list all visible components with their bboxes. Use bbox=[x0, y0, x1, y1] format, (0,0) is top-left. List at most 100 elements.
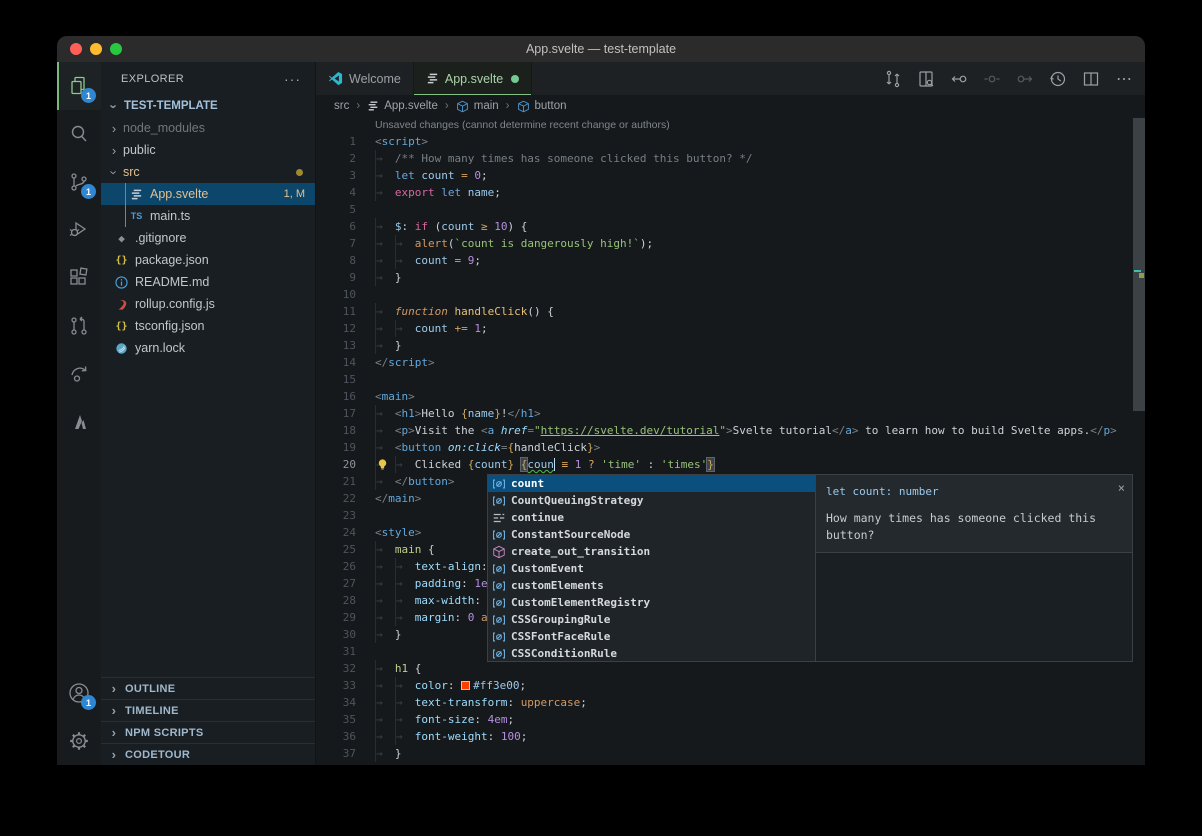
modified-dot-icon bbox=[296, 169, 303, 176]
code-editor[interactable]: Unsaved changes (cannot determine recent… bbox=[316, 117, 1145, 765]
code-line[interactable]: 35→→font-size: 4em; bbox=[316, 711, 1145, 728]
suggest-item[interactable]: ConstantSourceNode bbox=[488, 526, 816, 543]
workspace-root-header[interactable]: › TEST-TEMPLATE bbox=[101, 95, 315, 117]
suggest-item[interactable]: continue bbox=[488, 509, 816, 526]
line-number: 29 bbox=[316, 609, 356, 626]
activity-explorer[interactable]: 1 bbox=[57, 62, 101, 110]
file-label: tsconfig.json bbox=[135, 319, 204, 333]
file-tree-item[interactable]: ›node_modules bbox=[101, 117, 315, 139]
more-actions-icon[interactable]: ⋯ bbox=[1111, 66, 1137, 92]
file-tree-item[interactable]: ›public bbox=[101, 139, 315, 161]
file-tree-item[interactable]: TSmain.ts bbox=[101, 205, 315, 227]
breadcrumb-file[interactable]: App.svelte bbox=[367, 100, 438, 112]
activity-settings[interactable] bbox=[57, 717, 101, 765]
gitlens-compare-icon[interactable] bbox=[880, 66, 906, 92]
file-tree-item[interactable]: {} package.json bbox=[101, 249, 315, 271]
code-line[interactable]: 13→} bbox=[316, 337, 1145, 354]
typescript-file-icon: TS bbox=[131, 211, 143, 221]
lightbulb-icon[interactable] bbox=[376, 458, 389, 471]
suggest-item[interactable]: CountQueuingStrategy bbox=[488, 492, 816, 509]
close-icon[interactable]: × bbox=[1118, 480, 1125, 497]
code-line[interactable]: 18→<p>Visit the <a href="https://svelte.… bbox=[316, 422, 1145, 439]
code-line[interactable]: 6→$: if (count ≥ 10) { bbox=[316, 218, 1145, 235]
code-line[interactable]: 10 bbox=[316, 286, 1145, 303]
file-tree-item[interactable]: README.md bbox=[101, 271, 315, 293]
file-tree-item[interactable]: {}tsconfig.json bbox=[101, 315, 315, 337]
suggest-item[interactable]: customElements bbox=[488, 577, 816, 594]
file-tree-item[interactable]: ◆.gitignore bbox=[101, 227, 315, 249]
split-editor-icon[interactable] bbox=[1078, 66, 1104, 92]
file-tree-item[interactable]: rollup.config.js bbox=[101, 293, 315, 315]
chevron-right-icon: › bbox=[109, 143, 119, 158]
minimize-button[interactable] bbox=[90, 43, 102, 55]
file-tree-item[interactable]: yarn.lock bbox=[101, 337, 315, 359]
file-tree-item[interactable]: App.svelte1, M bbox=[101, 183, 315, 205]
activity-extensions[interactable] bbox=[57, 254, 101, 302]
code-line[interactable]: 5 bbox=[316, 201, 1145, 218]
json-file-icon: {} bbox=[115, 255, 127, 266]
activity-source-control[interactable]: 1 bbox=[57, 158, 101, 206]
suggest-item[interactable]: CustomElementRegistry bbox=[488, 594, 816, 611]
code-line[interactable]: 34→→text-transform: uppercase; bbox=[316, 694, 1145, 711]
suggest-item[interactable]: create_out_transition bbox=[488, 543, 816, 560]
code-line[interactable]: 16<main> bbox=[316, 388, 1145, 405]
code-line[interactable]: 1<script> bbox=[316, 133, 1145, 150]
code-line[interactable]: 33→→color: #ff3e00; bbox=[316, 677, 1145, 694]
suggest-item[interactable]: CustomEvent bbox=[488, 560, 816, 577]
file-history-icon[interactable] bbox=[1045, 66, 1071, 92]
code-line[interactable]: 14</script> bbox=[316, 354, 1145, 371]
code-line[interactable]: 17→<h1>Hello {name}!</h1> bbox=[316, 405, 1145, 422]
tab-app-svelte[interactable]: App.svelte bbox=[414, 62, 532, 95]
code-line[interactable]: 4→export let name; bbox=[316, 184, 1145, 201]
code-line[interactable]: 7→→alert(`count is dangerously high!`); bbox=[316, 235, 1145, 252]
breadcrumb-button[interactable]: button bbox=[517, 100, 567, 113]
suggest-item[interactable]: CSSConditionRule bbox=[488, 645, 816, 662]
activity-azure[interactable] bbox=[57, 398, 101, 446]
file-tree: ›node_modules›public›srcApp.svelte1, MTS… bbox=[101, 117, 315, 359]
breadcrumb-main[interactable]: main bbox=[456, 100, 499, 113]
open-changes-icon[interactable] bbox=[913, 66, 939, 92]
activity-account[interactable]: 1 bbox=[57, 669, 101, 717]
rollup-file-icon bbox=[116, 298, 128, 311]
code-line[interactable]: 3→let count = 0; bbox=[316, 167, 1145, 184]
gitlens-annotation: Unsaved changes (cannot determine recent… bbox=[316, 117, 1145, 133]
close-button[interactable] bbox=[70, 43, 82, 55]
suggest-item[interactable]: CSSFontFaceRule bbox=[488, 628, 816, 645]
scrollbar-thumb[interactable] bbox=[1133, 118, 1145, 411]
sidebar-section-npm-scripts[interactable]: ›NPM SCRIPTS bbox=[101, 721, 315, 743]
code-line[interactable]: 15 bbox=[316, 371, 1145, 388]
file-tree-item[interactable]: ›src bbox=[101, 161, 315, 183]
sidebar-section-codetour[interactable]: ›CODETOUR bbox=[101, 743, 315, 765]
next-change-icon[interactable] bbox=[1012, 66, 1038, 92]
suggest-item-label: continue bbox=[511, 509, 564, 526]
code-line[interactable]: 37→} bbox=[316, 745, 1145, 762]
sidebar-section-outline[interactable]: ›OUTLINE bbox=[101, 677, 315, 699]
chevron-down-icon: › bbox=[107, 101, 122, 111]
tab-welcome[interactable]: Welcome bbox=[316, 62, 414, 95]
editor-scrollbar[interactable] bbox=[1133, 117, 1145, 765]
code-line[interactable]: 20→→Clicked {count} {coun ≡ 1 ? 'time' :… bbox=[316, 456, 1145, 473]
breadcrumb-src[interactable]: src bbox=[334, 100, 349, 112]
code-line[interactable]: 9→} bbox=[316, 269, 1145, 286]
activity-run-debug[interactable] bbox=[57, 206, 101, 254]
zoom-button[interactable] bbox=[110, 43, 122, 55]
current-change-icon[interactable] bbox=[979, 66, 1005, 92]
suggest-item[interactable]: count bbox=[488, 475, 816, 492]
activity-github-pr[interactable] bbox=[57, 302, 101, 350]
code-line[interactable]: 32→h1 { bbox=[316, 660, 1145, 677]
code-line[interactable]: 11→function handleClick() { bbox=[316, 303, 1145, 320]
code-line[interactable]: 12→→count += 1; bbox=[316, 320, 1145, 337]
activity-search[interactable] bbox=[57, 110, 101, 158]
sidebar-section-timeline[interactable]: ›TIMELINE bbox=[101, 699, 315, 721]
activity-live-share[interactable] bbox=[57, 350, 101, 398]
code-line[interactable]: 36→→font-weight: 100; bbox=[316, 728, 1145, 745]
previous-change-icon[interactable] bbox=[946, 66, 972, 92]
code-line[interactable]: 19→<button on:click={handleClick}> bbox=[316, 439, 1145, 456]
file-label: package.json bbox=[135, 253, 209, 267]
code-line[interactable]: 2→/** How many times has someone clicked… bbox=[316, 150, 1145, 167]
search-icon bbox=[67, 122, 91, 146]
suggest-item-label: count bbox=[511, 475, 544, 492]
code-line[interactable]: 8→→count = 9; bbox=[316, 252, 1145, 269]
suggest-item[interactable]: CSSGroupingRule bbox=[488, 611, 816, 628]
sidebar-more-actions[interactable]: ··· bbox=[284, 71, 301, 87]
